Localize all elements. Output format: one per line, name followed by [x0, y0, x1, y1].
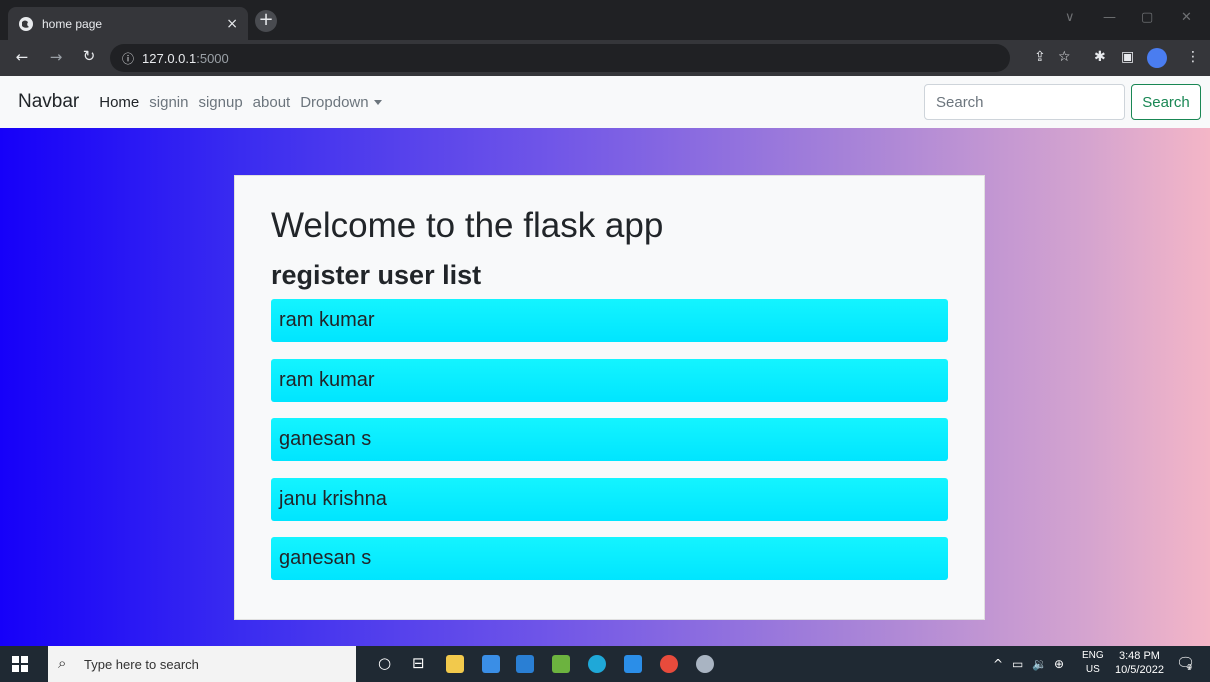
network-icon[interactable]: ⊕ — [1054, 657, 1064, 671]
share-icon[interactable]: ⇪ — [1034, 49, 1046, 65]
mail-icon[interactable] — [516, 655, 534, 673]
tray-chevron-icon[interactable]: ^ — [993, 657, 1003, 671]
notepad-icon[interactable] — [552, 655, 570, 673]
page-title: Welcome to the flask app — [271, 206, 664, 245]
search-icon: ⌕ — [58, 655, 67, 672]
list-item: ram kumar — [271, 299, 948, 342]
task-view-icon[interactable]: ⊟ — [412, 654, 425, 672]
cortana-icon[interactable]: ○ — [378, 654, 391, 672]
back-icon[interactable]: ← — [10, 48, 34, 66]
search-button[interactable]: Search — [1131, 84, 1201, 120]
info-icon[interactable]: ⓘ — [122, 50, 134, 67]
nav-link-signup[interactable]: signup — [198, 94, 242, 111]
site-navbar: Navbar Home signin signup about Dropdown… — [0, 76, 1210, 128]
page-background: Welcome to the flask app register user l… — [0, 128, 1210, 646]
search-input[interactable]: Search — [924, 84, 1125, 120]
nav-link-about[interactable]: about — [253, 94, 291, 111]
extensions-icon[interactable]: ✱ — [1094, 49, 1106, 65]
globe-icon — [19, 16, 33, 31]
taskbar-search-placeholder: Type here to search — [84, 656, 199, 672]
user-list-heading: register user list — [271, 260, 482, 290]
browser-tab-strip: home page × + ∨ — ▢ ✕ — [0, 0, 1210, 40]
tab-search-icon[interactable]: ∨ — [1065, 10, 1075, 25]
navbar-brand[interactable]: Navbar — [18, 91, 79, 113]
tab-title: home page — [42, 16, 103, 31]
edge-icon[interactable] — [588, 655, 606, 673]
content-card: Welcome to the flask app register user l… — [234, 175, 985, 620]
clock-time: 3:48 PM — [1118, 650, 1160, 662]
maximize-icon[interactable]: ▢ — [1141, 10, 1153, 25]
nav-dropdown-label: Dropdown — [300, 93, 369, 111]
profile-avatar[interactable] — [1147, 48, 1167, 68]
paint-icon[interactable] — [696, 655, 714, 673]
notifications-icon[interactable]: 🗨 — [1176, 654, 1195, 672]
menu-dots-icon[interactable]: ⋮ — [1186, 49, 1200, 65]
taskbar-clock[interactable]: 3:48 PM 10/5/2022 — [1115, 649, 1164, 677]
language-code: ENG — [1082, 650, 1104, 661]
vscode-icon[interactable] — [624, 655, 642, 673]
clock-date: 10/5/2022 — [1115, 664, 1164, 676]
caret-down-icon — [373, 100, 382, 106]
address-bar[interactable]: ⓘ 127.0.0.1:5000 — [110, 44, 1010, 72]
url-port: :5000 — [196, 50, 229, 66]
chrome-icon[interactable] — [660, 655, 678, 673]
forward-icon[interactable]: → — [44, 48, 68, 66]
list-item: ram kumar — [271, 358, 948, 402]
list-item: janu krishna — [271, 477, 948, 521]
language-indicator[interactable]: ENG US — [1082, 649, 1104, 677]
list-item: ganesan s — [271, 418, 948, 461]
notification-count: 9 — [1187, 663, 1193, 672]
volume-icon[interactable]: 🔉 — [1032, 657, 1047, 671]
battery-icon[interactable]: ▭ — [1012, 657, 1023, 671]
taskbar-search-input[interactable]: ⌕ Type here to search — [48, 646, 356, 682]
new-tab-button[interactable]: + — [255, 10, 277, 32]
nav-link-signin[interactable]: signin — [149, 94, 188, 111]
reload-icon[interactable]: ↻ — [77, 47, 101, 65]
user-list: ram kumar ram kumar ganesan s janu krish… — [271, 299, 948, 597]
browser-tab[interactable]: home page × — [8, 7, 248, 40]
minimize-icon[interactable]: — — [1103, 10, 1116, 25]
nav-dropdown[interactable]: Dropdown — [300, 93, 382, 111]
region-code: US — [1085, 664, 1100, 675]
bookmark-star-icon[interactable]: ☆ — [1058, 49, 1071, 65]
store-icon[interactable] — [482, 655, 500, 673]
tab-close-icon[interactable]: × — [226, 16, 238, 32]
windows-taskbar: ⌕ Type here to search ○ ⊟ ^ ▭ 🔉 ⊕ ENG US… — [0, 646, 1210, 682]
windows-start-icon[interactable] — [12, 656, 28, 672]
file-explorer-icon[interactable] — [446, 655, 464, 673]
nav-link-home[interactable]: Home — [99, 94, 139, 111]
close-window-icon[interactable]: ✕ — [1181, 10, 1192, 25]
url-host: 127.0.0.1 — [142, 50, 197, 66]
side-panel-icon[interactable]: ▣ — [1121, 49, 1134, 65]
list-item: ganesan s — [271, 537, 948, 580]
browser-toolbar: ← → ↻ ⓘ 127.0.0.1:5000 ⇪ ☆ ✱ ▣ ⋮ — [0, 40, 1210, 76]
